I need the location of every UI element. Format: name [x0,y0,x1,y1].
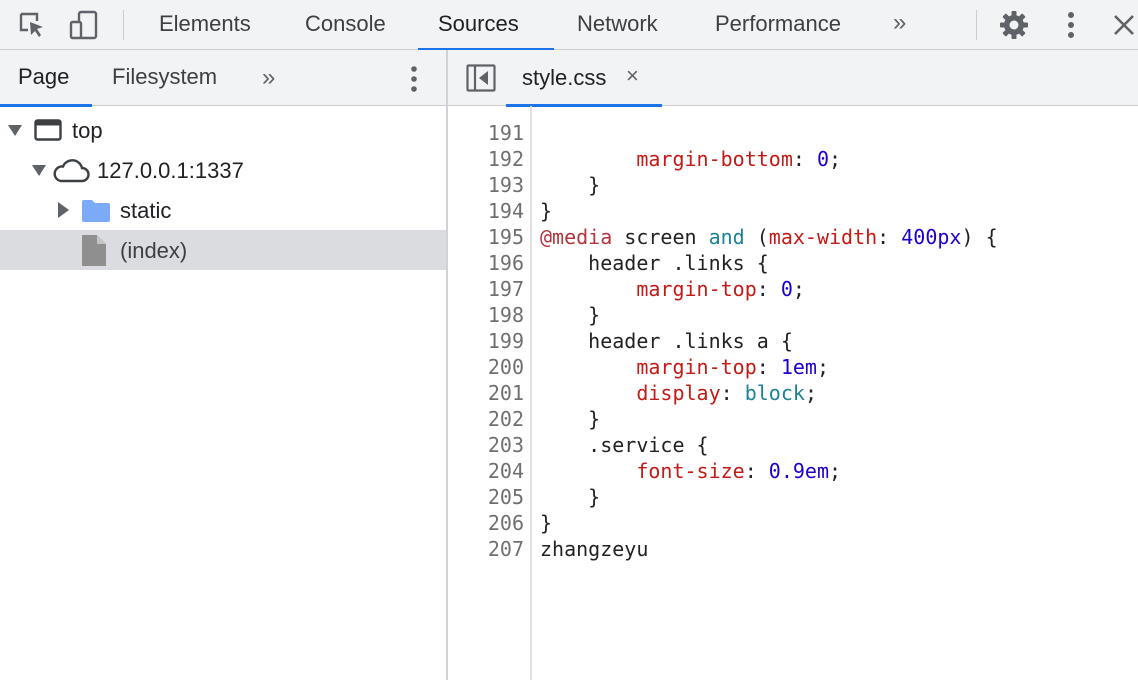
tree-item-index-file[interactable]: (index) [0,230,446,270]
expanded-triangle-icon[interactable] [32,165,46,177]
code-line: 203 font-size: 0.9em; [448,406,1138,483]
code-line: 204 } [448,432,1138,509]
code-line: 206 zhangzeyu [448,484,1138,561]
code-line: 199 margin-top: 1em; [448,302,1138,379]
code-line: 193 } [448,146,1138,223]
tab-filesystem[interactable]: Filesystem [94,50,235,106]
tree-item-origin[interactable]: 127.0.0.1:1337 [0,150,446,190]
line-number: 207 [487,537,524,561]
code-line: 205 } [448,458,1138,535]
collapsed-triangle-icon[interactable] [58,202,69,218]
tab-sources[interactable]: Sources [418,0,554,51]
devtools-toolbar: Elements Console Sources Network Perform… [0,0,1138,51]
more-tabs-chevron-icon[interactable]: » [893,9,906,37]
code-line: 195 header .links { [448,198,1138,275]
code-line: 207 [448,510,1138,561]
navigator-menu-icon[interactable] [408,64,420,99]
editor-tab-label: style.css [522,65,607,90]
folder-icon [82,200,110,222]
toolbar-divider [123,10,124,40]
code-line: 194 @media screen and (max-width: 400px)… [448,172,1138,249]
tab-console[interactable]: Console [283,0,408,50]
device-toolbar-icon[interactable] [68,9,100,41]
close-tab-icon[interactable]: × [626,63,639,89]
code-line: 197 } [448,250,1138,327]
tree-label-static: static [120,198,172,223]
tab-elements[interactable]: Elements [137,0,273,50]
code-line: 202 .service { [448,380,1138,457]
navigator-tabs: Page Filesystem » [0,50,446,107]
code-line: 191 margin-bottom: 0; [448,106,1138,171]
frame-window-icon [34,119,62,141]
tree-label-top: top [72,118,103,143]
gutter-divider [530,106,532,680]
expanded-triangle-icon[interactable] [8,125,22,137]
sources-navigator: Page Filesystem » top 127.0.0.1:1337 sta… [0,50,446,680]
tree-item-top[interactable]: top [0,110,446,150]
code-line: 196 margin-top: 0; [448,224,1138,301]
kebab-menu-icon[interactable] [1055,9,1087,41]
code-line: 198 header .links a { [448,276,1138,353]
close-devtools-icon[interactable] [1108,9,1138,41]
code-line: 192 } [448,120,1138,197]
tab-network[interactable]: Network [555,0,680,50]
source-editor: style.css × 191 margin-bottom: 0; 192 } … [448,50,1138,680]
tree-label-origin: 127.0.0.1:1337 [97,158,244,183]
editor-tab-style-css[interactable]: style.css × [506,50,662,107]
code-text: zhangzeyu [540,537,649,561]
code-view[interactable]: 191 margin-bottom: 0; 192 } 193 } 194 @m… [448,106,1138,680]
editor-tabs-bar: style.css × [448,50,1138,107]
navigator-more-chevron-icon[interactable]: » [262,64,275,92]
document-file-icon [82,235,106,266]
cloud-icon [53,159,90,183]
code-line: 200 display: block; [448,328,1138,405]
tab-performance[interactable]: Performance [693,0,863,50]
toggle-navigator-icon[interactable] [466,64,496,97]
tree-label-index: (index) [120,238,188,263]
toolbar-divider-2 [976,10,977,40]
tree-item-static-folder[interactable]: static [0,190,446,230]
tab-page[interactable]: Page [0,50,92,107]
code-line: 201 } [448,354,1138,431]
settings-gear-icon[interactable] [998,9,1030,41]
inspect-element-icon[interactable] [16,9,48,41]
